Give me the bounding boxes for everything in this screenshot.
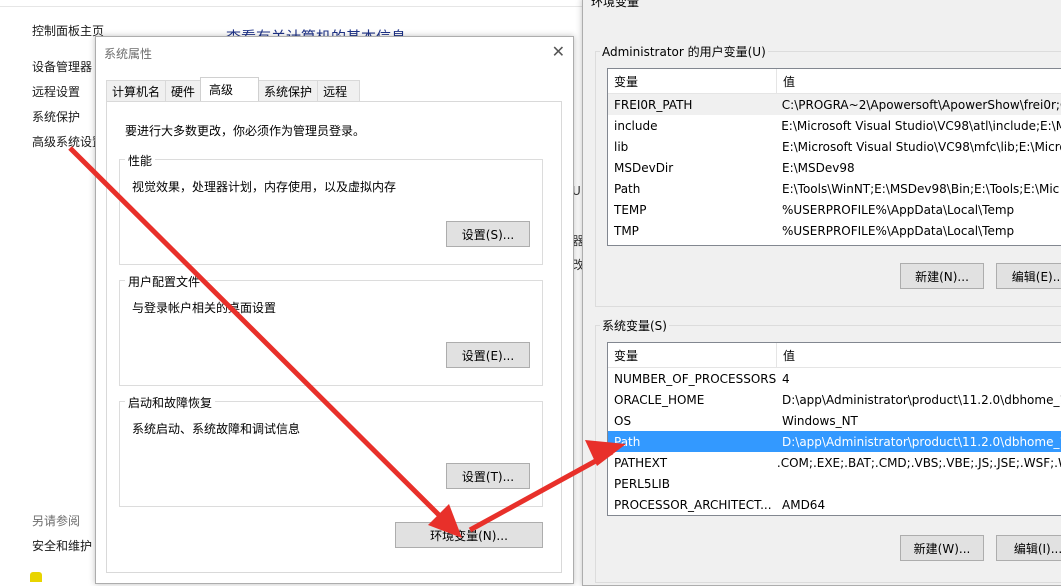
nav-security-maintenance[interactable]: 安全和维护: [32, 537, 92, 554]
user-profile-group: 用户配置文件 与登录帐户相关的桌面设置 设置(E)...: [119, 273, 543, 386]
variable-value-cell: .COM;.EXE;.BAT;.CMD;.VBS;.VBE;.JS;.JSE;.…: [776, 455, 1061, 470]
table-row[interactable]: OS Windows_NT: [608, 410, 1061, 431]
table-header: 变量 值: [608, 343, 1061, 368]
variable-name-cell: TMP: [614, 223, 639, 238]
tab-system-protection[interactable]: 系统保护: [258, 80, 319, 101]
system-new-button[interactable]: 新建(W)...: [900, 535, 984, 561]
system-variables-panel: 系统变量(S) 变量 值 NUMBER_OF_PROCESSORS 4 ORACLE…: [595, 317, 1061, 583]
table-row[interactable]: TMP %USERPROFILE%\AppData\Local\Temp: [608, 220, 1061, 241]
variable-name-cell: OS: [614, 413, 632, 428]
variable-name-cell: PERL5LIB: [614, 476, 670, 491]
startup-settings-button[interactable]: 设置(T)...: [446, 463, 530, 489]
column-header-value[interactable]: 值: [777, 343, 795, 367]
admin-note: 要进行大多数更改，你必须作为管理员登录。: [125, 124, 366, 138]
table-row[interactable]: MSDevDir E:\MSDev98: [608, 157, 1061, 178]
variable-name-cell: MSDevDir: [614, 160, 674, 175]
table-row[interactable]: Path E:\Tools\WinNT;E:\MSDev98\Bin;E:\Too…: [608, 178, 1061, 199]
table-row[interactable]: Path D:\app\Administrator\product\11.2.0\…: [608, 431, 1061, 452]
column-header-variable[interactable]: 变量: [608, 69, 777, 93]
variable-name-cell: lib: [614, 139, 629, 154]
system-variables-label: 系统变量(S): [600, 317, 669, 334]
table-row[interactable]: ORACLE_HOME D:\app\Administrator\product\…: [608, 389, 1061, 410]
performance-description: 视觉效果，处理器计划，内存使用，以及虚拟内存: [132, 180, 397, 194]
startup-recovery-group: 启动和故障恢复 系统启动、系统故障和调试信息 设置(T)...: [119, 394, 543, 507]
taskbar-icon: [30, 572, 42, 582]
variable-name-cell: FREI0R_PATH: [614, 97, 693, 112]
user-profile-legend: 用户配置文件: [125, 273, 204, 290]
table-header: 变量 值: [608, 69, 1061, 94]
system-variables-table[interactable]: 变量 值 NUMBER_OF_PROCESSORS 4 ORACLE_HOME D:\…: [607, 342, 1061, 516]
user-new-button[interactable]: 新建(N)...: [900, 263, 984, 289]
variable-name-cell: TEMP: [614, 202, 647, 217]
advanced-tab-page: 要进行大多数更改，你必须作为管理员登录。 性能 视觉效果，处理器计划，内存使用，…: [106, 101, 562, 573]
column-header-value[interactable]: 值: [777, 69, 795, 93]
variable-value-cell: E:\MSDev98: [782, 160, 855, 175]
table-row[interactable]: PROCESSOR_ARCHITECT... AMD64: [608, 494, 1061, 515]
variable-value-cell: E:\Microsoft Visual Studio\VC98\atl\incl…: [781, 118, 1061, 133]
close-icon[interactable]: ✕: [552, 42, 565, 61]
environment-variables-dialog: 环境变量 Administrator 的用户变量(U) 变量 值 FREI0R_…: [582, 0, 1061, 586]
variable-value-cell: E:\Microsoft Visual Studio\VC98\mfc\lib;…: [782, 139, 1061, 154]
table-row[interactable]: PERL5LIB: [608, 473, 1061, 494]
user-edit-button[interactable]: 编辑(E)...: [996, 263, 1061, 289]
nav-control-panel-home[interactable]: 控制面板主页: [32, 22, 104, 39]
variable-name-cell: NUMBER_OF_PROCESSORS: [614, 371, 776, 386]
table-row[interactable]: TEMP %USERPROFILE%\AppData\Local\Temp: [608, 199, 1061, 220]
variable-name-cell: Path: [614, 181, 641, 196]
user-variables-label: Administrator 的用户变量(U): [600, 43, 768, 60]
user-variables-panel: Administrator 的用户变量(U) 变量 值 FREI0R_PATH C…: [595, 43, 1061, 307]
variable-value-cell: 4: [782, 371, 790, 386]
table-row[interactable]: lib E:\Microsoft Visual Studio\VC98\mfc\l…: [608, 136, 1061, 157]
tab-hardware[interactable]: 硬件: [165, 80, 202, 101]
variable-value-cell: D:\app\Administrator\product\11.2.0\dbho…: [782, 392, 1061, 407]
user-profile-description: 与登录帐户相关的桌面设置: [132, 301, 277, 315]
startup-recovery-description: 系统启动、系统故障和调试信息: [132, 422, 301, 436]
tab-remote[interactable]: 远程: [317, 80, 361, 101]
control-panel-top-strip: [0, 0, 590, 7]
tab-bar: 计算机名 硬件 高级 系统保护 远程: [106, 77, 361, 101]
nav-remote-settings[interactable]: 远程设置: [32, 83, 80, 100]
nav-system-protection[interactable]: 系统保护: [32, 108, 80, 125]
variable-value-cell: D:\app\Administrator\product\11.2.0\dbho…: [782, 434, 1061, 449]
environment-variables-button[interactable]: 环境变量(N)...: [395, 522, 543, 548]
variable-name-cell: PROCESSOR_ARCHITECT...: [614, 497, 772, 512]
table-row[interactable]: NUMBER_OF_PROCESSORS 4: [608, 368, 1061, 389]
user-profile-settings-button[interactable]: 设置(E)...: [446, 342, 530, 368]
variable-value-cell: AMD64: [782, 497, 826, 512]
variable-value-cell: E:\Tools\WinNT;E:\MSDev98\Bin;E:\Tools;E…: [782, 181, 1060, 196]
variable-name-cell: Path: [614, 434, 641, 449]
tab-advanced[interactable]: 高级: [200, 77, 260, 101]
system-properties-dialog: 系统属性 ✕ 计算机名 硬件 高级 系统保护 远程 要进行大多数更改，你必须作为…: [95, 36, 574, 584]
variable-name-cell: include: [614, 118, 658, 133]
variable-name-cell: ORACLE_HOME: [614, 392, 705, 407]
user-variables-table[interactable]: 变量 值 FREI0R_PATH C:\PROGRA~2\Apowersoft\A…: [607, 68, 1061, 246]
tab-computer-name[interactable]: 计算机名: [106, 80, 167, 101]
performance-legend: 性能: [125, 152, 156, 169]
variable-value-cell: %USERPROFILE%\AppData\Local\Temp: [782, 223, 1015, 238]
see-also-label: 另请参阅: [32, 514, 81, 528]
startup-recovery-legend: 启动和故障恢复: [125, 394, 216, 411]
dialog-title: 系统属性: [104, 47, 153, 61]
variable-value-cell: %USERPROFILE%\AppData\Local\Temp: [782, 202, 1015, 217]
variable-value-cell: Windows_NT: [782, 413, 858, 428]
performance-settings-button[interactable]: 设置(S)...: [446, 221, 530, 247]
nav-advanced-system-settings[interactable]: 高级系统设置: [32, 133, 104, 150]
table-row[interactable]: PATHEXT .COM;.EXE;.BAT;.CMD;.VBS;.VBE;.JS…: [608, 452, 1061, 473]
nav-device-manager[interactable]: 设备管理器: [32, 58, 92, 75]
dialog-title: 环境变量: [591, 0, 640, 9]
table-row[interactable]: include E:\Microsoft Visual Studio\VC98\a…: [608, 115, 1061, 136]
variable-name-cell: PATHEXT: [614, 455, 668, 470]
column-header-variable[interactable]: 变量: [608, 343, 777, 367]
performance-group: 性能 视觉效果，处理器计划，内存使用，以及虚拟内存 设置(S)...: [119, 152, 543, 265]
table-row[interactable]: FREI0R_PATH C:\PROGRA~2\Apowersoft\Apower…: [608, 94, 1061, 115]
variable-value-cell: C:\PROGRA~2\Apowersoft\ApowerShow\frei0r…: [781, 97, 1061, 112]
system-edit-button[interactable]: 编辑(I)...: [996, 535, 1061, 561]
